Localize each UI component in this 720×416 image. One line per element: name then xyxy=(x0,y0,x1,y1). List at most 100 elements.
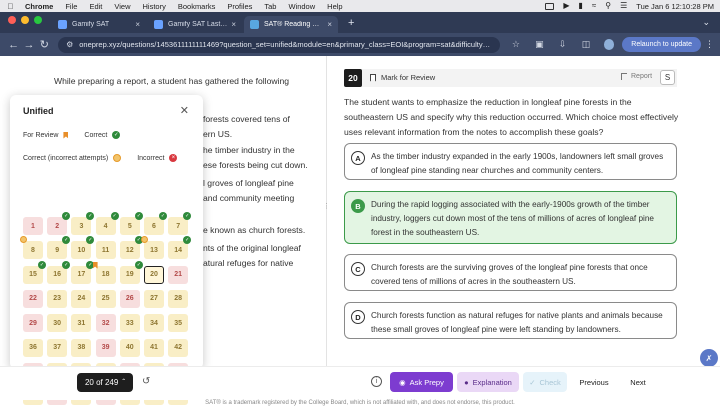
address-bar[interactable]: ⚙ oneprep.xyz/questions/1453611111111469… xyxy=(58,36,501,53)
question-cell-35[interactable]: 35 xyxy=(168,314,189,333)
explanation-button[interactable]: ● Explanation xyxy=(457,372,519,392)
question-cell-23[interactable]: 23 xyxy=(47,289,68,308)
question-cell-40[interactable]: 40 xyxy=(119,338,140,357)
question-cell-18[interactable]: 18 xyxy=(92,261,116,284)
question-cell-37[interactable]: 37 xyxy=(47,338,68,357)
status-app-icon[interactable] xyxy=(545,2,555,10)
answer-option-a[interactable]: A As the timber industry expanded in the… xyxy=(344,143,677,180)
check-button[interactable]: ✓ Check xyxy=(523,372,567,392)
maximize-window-icon[interactable] xyxy=(34,15,42,24)
close-tab-icon[interactable]: × xyxy=(135,20,140,29)
question-cell-24[interactable]: 24 xyxy=(71,289,92,308)
menu-bookmarks[interactable]: Bookmarks xyxy=(178,2,216,11)
close-icon[interactable]: ✕ xyxy=(180,104,189,117)
report-button[interactable]: Report xyxy=(621,73,652,80)
question-cell-10[interactable]: 10 ✓ xyxy=(71,236,95,260)
question-cell-21[interactable]: 21 xyxy=(168,265,189,284)
question-cell-27[interactable]: 27 xyxy=(144,289,164,308)
menu-history[interactable]: History xyxy=(143,2,166,11)
question-cell-36[interactable]: 36 xyxy=(23,338,43,357)
close-window-icon[interactable] xyxy=(8,15,16,24)
question-cell-22[interactable]: 22 xyxy=(23,289,43,308)
question-cell-33[interactable]: 33 xyxy=(119,314,140,333)
question-cell-26[interactable]: 26 xyxy=(119,289,140,308)
forward-arrow-icon[interactable]: → xyxy=(21,39,36,51)
side-panel-icon[interactable]: ◫ xyxy=(578,39,593,50)
ask-prepy-button[interactable]: ◉ Ask Prepy xyxy=(390,372,453,392)
menu-profiles[interactable]: Profiles xyxy=(227,2,252,11)
question-cell-6[interactable]: 6 ✓ xyxy=(144,212,167,235)
question-cell-29[interactable]: 29 xyxy=(23,314,43,333)
menubar-datetime[interactable]: Tue Jan 6 12:10:28 PM xyxy=(636,2,714,11)
menu-chrome[interactable]: Chrome xyxy=(25,2,53,11)
question-cell-8[interactable]: 8 xyxy=(20,236,43,260)
drag-handle-icon[interactable]: ⋮ xyxy=(323,202,330,210)
wifi-icon[interactable]: ≈ xyxy=(592,2,596,10)
question-cell-7[interactable]: 7 ✓ xyxy=(168,212,192,235)
menu-view[interactable]: View xyxy=(114,2,130,11)
spotlight-search-icon[interactable]: ⚲ xyxy=(605,2,611,10)
menu-file[interactable]: File xyxy=(65,2,77,11)
menu-tab[interactable]: Tab xyxy=(264,2,276,11)
strikethrough-toggle-button[interactable]: S xyxy=(660,70,675,85)
info-icon[interactable]: i xyxy=(371,376,382,387)
question-cell-31[interactable]: 31 xyxy=(71,314,92,333)
question-cell-13[interactable]: 13 xyxy=(141,236,164,260)
question-cell-9[interactable]: 9 ✓ xyxy=(47,236,71,260)
menu-edit[interactable]: Edit xyxy=(89,2,102,11)
question-cell-25[interactable]: 25 xyxy=(95,289,116,308)
history-icon[interactable]: ↺ xyxy=(142,376,150,387)
control-center-icon[interactable]: ☰ xyxy=(620,2,627,10)
profile-avatar[interactable] xyxy=(603,39,615,50)
back-arrow-icon[interactable]: ← xyxy=(6,39,21,51)
extensions-icon[interactable]: ▣ xyxy=(532,39,547,50)
question-cell-5[interactable]: 5 ✓ xyxy=(119,212,143,235)
reload-icon[interactable]: ↻ xyxy=(37,38,52,51)
close-tab-icon[interactable]: × xyxy=(327,20,332,29)
question-cell-28[interactable]: 28 xyxy=(168,289,189,308)
answer-option-c[interactable]: C Church forests are the surviving grove… xyxy=(344,254,677,291)
question-cell-20[interactable]: 20 xyxy=(144,265,164,284)
question-cell-19[interactable]: 19 ✓ xyxy=(119,260,143,284)
apple-icon[interactable]:  xyxy=(6,2,15,11)
answer-option-d[interactable]: D Church forests function as natural ref… xyxy=(344,302,677,339)
tab-gamify-sat-last[interactable]: Gamify SAT Last to Stop Stu... × xyxy=(148,16,242,33)
question-cell-39[interactable]: 39 xyxy=(95,338,116,357)
relaunch-button[interactable]: Relaunch to update xyxy=(622,37,701,52)
mark-for-review-button[interactable]: Mark for Review xyxy=(370,73,435,82)
question-cell-38[interactable]: 38 xyxy=(71,338,92,357)
play-icon[interactable]: ▶ xyxy=(563,2,569,10)
downloads-icon[interactable]: ⇩ xyxy=(555,39,570,50)
minimize-window-icon[interactable] xyxy=(21,15,29,24)
tab-sat-reading-writing[interactable]: SAT® Reading & Writing Que... × xyxy=(244,16,338,33)
question-cell-42[interactable]: 42 xyxy=(168,338,189,357)
menu-help[interactable]: Help xyxy=(327,2,342,11)
question-cell-4[interactable]: 4 ✓ xyxy=(95,212,119,235)
answer-option-b[interactable]: B During the rapid logging associated wi… xyxy=(344,191,677,244)
question-cell-32[interactable]: 32 xyxy=(95,314,116,333)
menu-window[interactable]: Window xyxy=(288,2,315,11)
close-tab-icon[interactable]: × xyxy=(231,20,236,29)
question-cell-34[interactable]: 34 xyxy=(144,314,164,333)
question-cell-16[interactable]: 16 ✓ xyxy=(47,260,71,284)
question-counter-button[interactable]: 20 of 249 ˆ xyxy=(77,373,133,392)
tab-search-chevron-icon[interactable]: ⌄ xyxy=(692,17,720,33)
bookmark-star-icon[interactable]: ☆ xyxy=(508,39,523,50)
more-menu-icon[interactable]: ⋮ xyxy=(705,39,714,50)
question-cell-2[interactable]: 2 ✓ xyxy=(47,212,71,235)
question-cell-17[interactable]: 17 ✓ xyxy=(71,260,95,284)
question-cell-14[interactable]: 14 ✓ xyxy=(168,236,192,260)
question-cell-41[interactable]: 41 xyxy=(144,338,164,357)
new-tab-icon[interactable]: + xyxy=(340,16,362,33)
site-info-icon[interactable]: ⚙ xyxy=(66,40,73,49)
tools-icon[interactable]: ✗ xyxy=(700,349,718,367)
question-cell-3[interactable]: 3 ✓ xyxy=(71,212,95,235)
tab-gamify-sat[interactable]: Gamify SAT × xyxy=(52,16,146,33)
question-cell-30[interactable]: 30 xyxy=(47,314,68,333)
previous-button[interactable]: Previous xyxy=(573,372,615,392)
next-button[interactable]: Next xyxy=(621,372,655,392)
pane-divider[interactable] xyxy=(326,56,327,366)
question-cell-1[interactable]: 1 xyxy=(23,217,43,235)
question-cell-12[interactable]: 12 ✓ xyxy=(119,236,143,260)
question-cell-15[interactable]: 15 ✓ xyxy=(23,260,46,284)
